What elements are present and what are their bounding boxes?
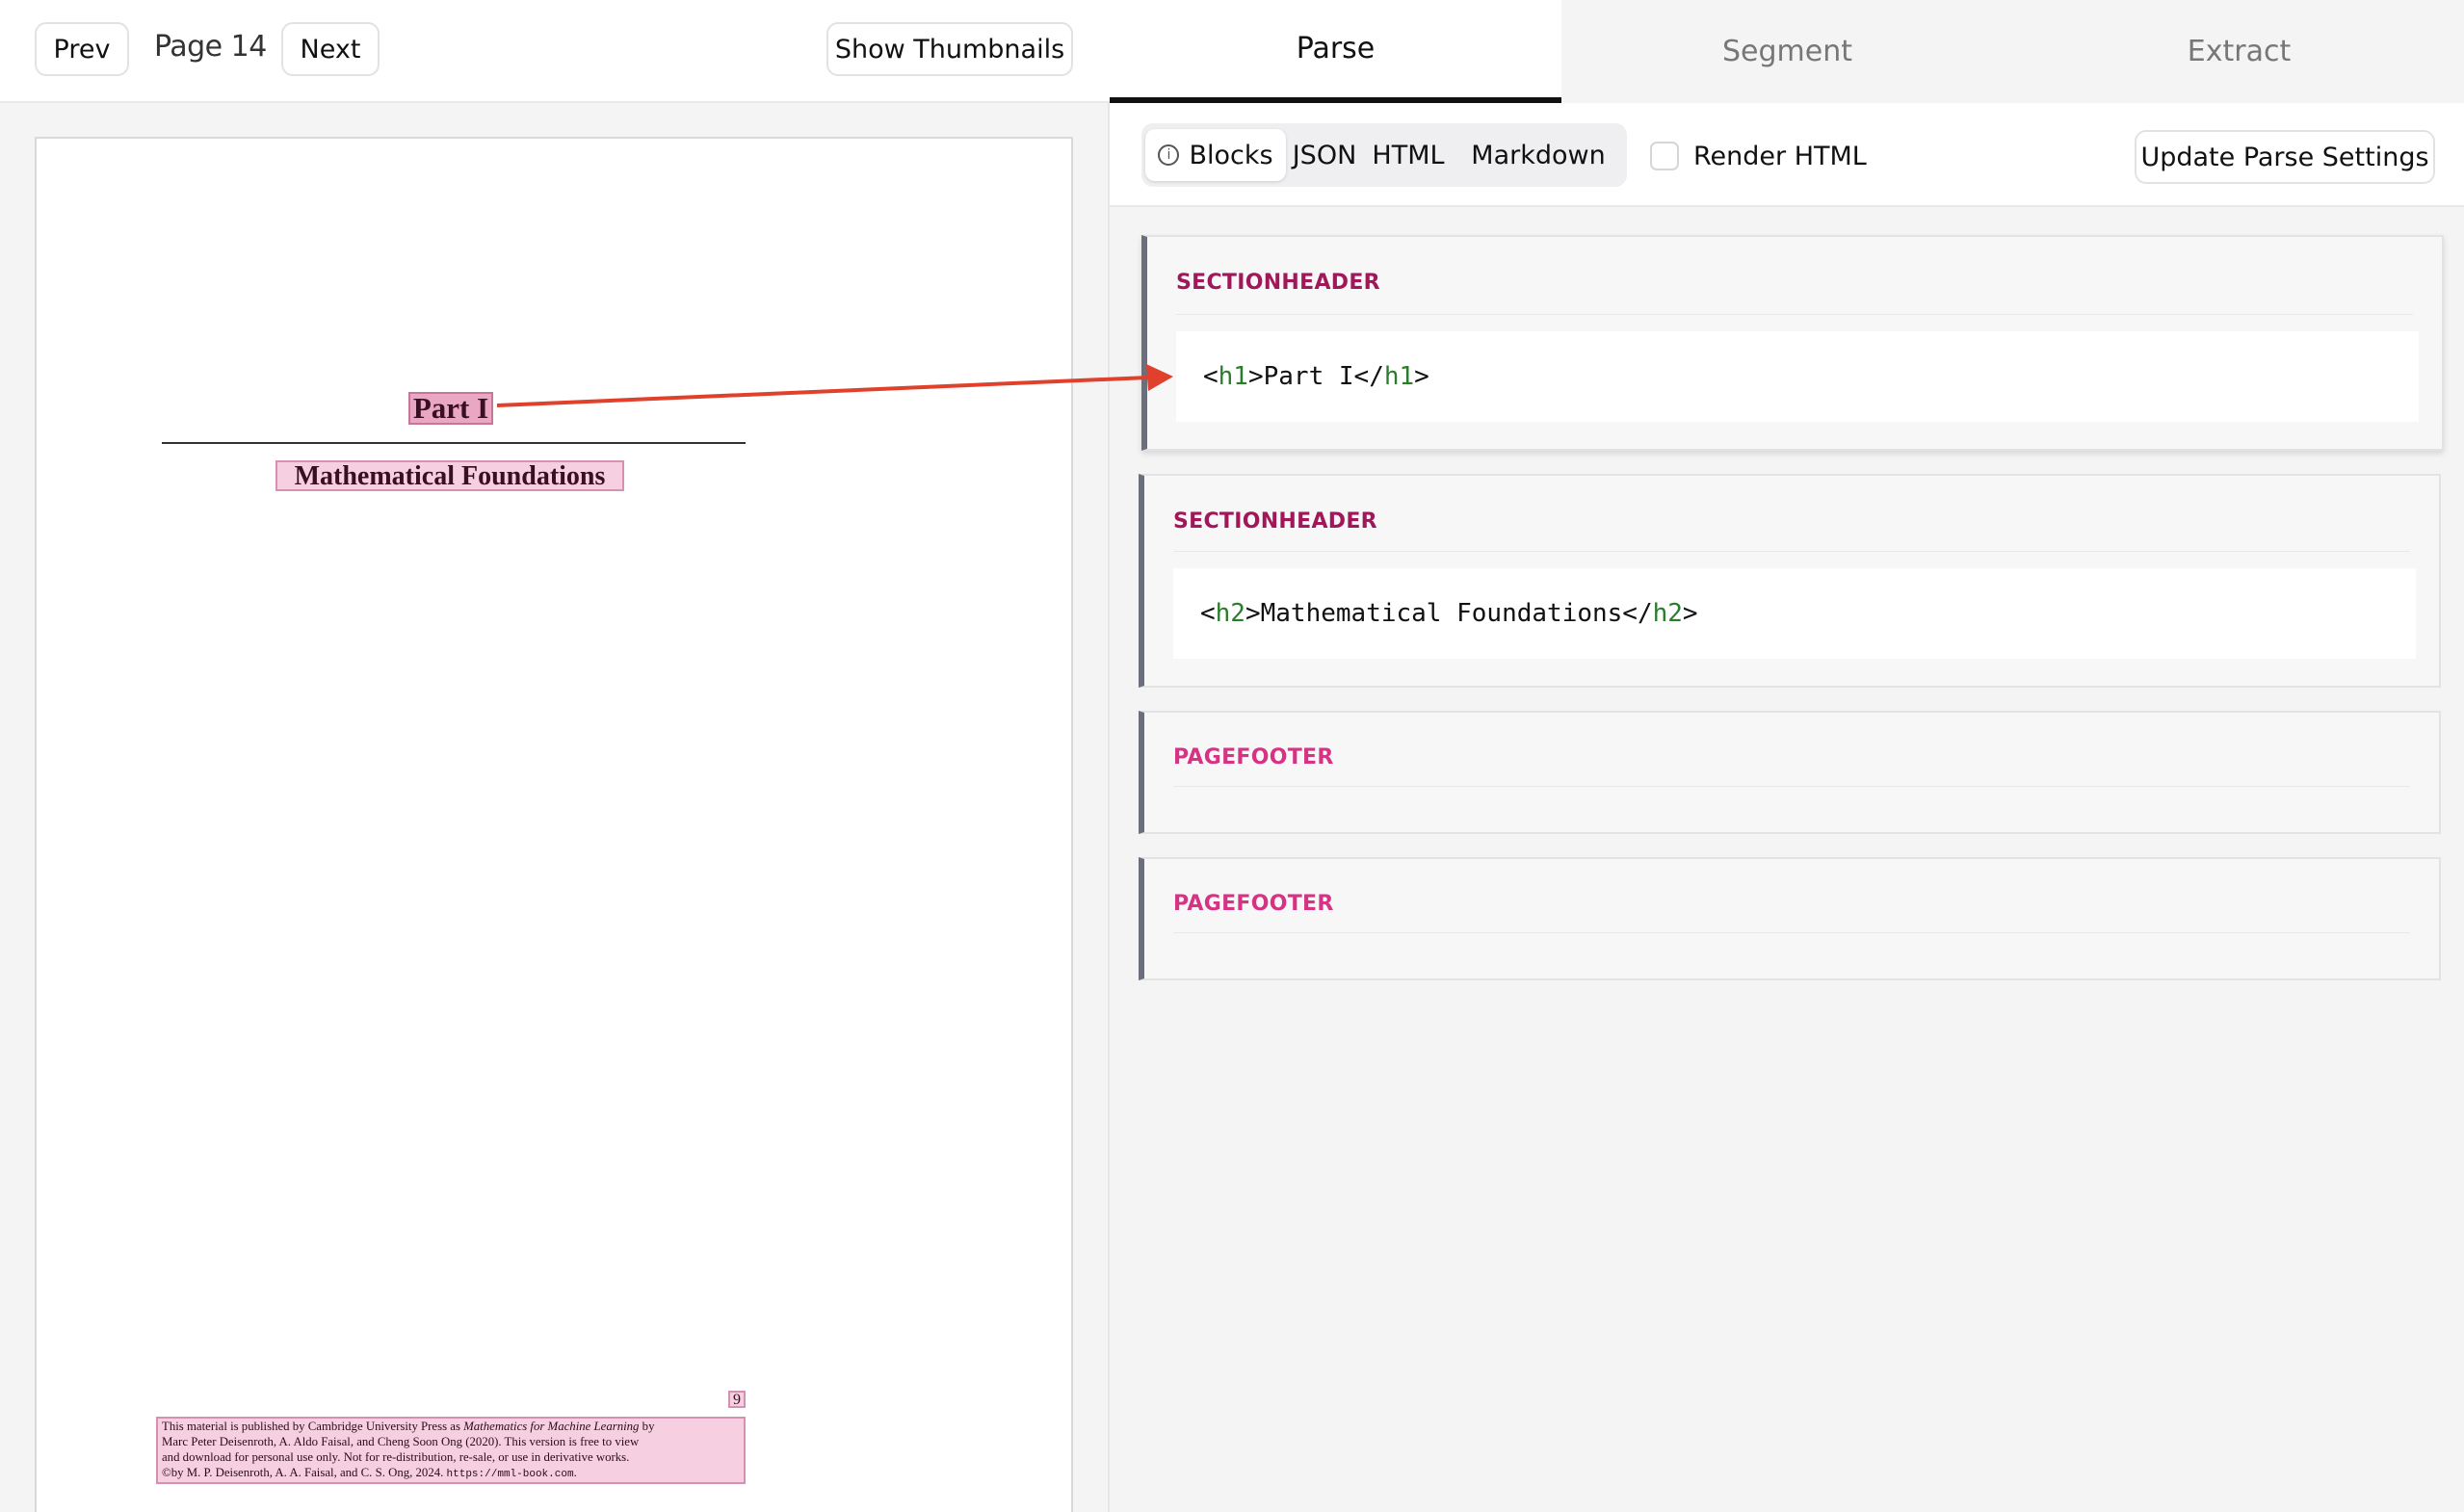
prev-page-button[interactable]: Prev <box>35 22 129 76</box>
document-viewer: Prev Page 14 Next Show Thumbnails Part I… <box>0 0 1110 1512</box>
subtitle-block[interactable]: Mathematical Foundations <box>275 460 624 491</box>
part-title-block[interactable]: Part I <box>408 392 493 425</box>
page-footer-block[interactable]: This material is published by Cambridge … <box>156 1417 746 1484</box>
tab-parse[interactable]: Parse <box>1110 0 1561 103</box>
render-html-label[interactable]: Render HTML <box>1693 142 1867 171</box>
tab-segment[interactable]: Segment <box>1561 0 2013 103</box>
view-blocks-button[interactable]: i Blocks <box>1145 129 1286 181</box>
parse-toolbar: i Blocks JSON HTML Markdown Render HTML U… <box>1110 103 2464 207</box>
block-divider <box>1173 786 2410 787</box>
parsed-block-pagefooter-2[interactable]: PAGEFOOTER <box>1139 857 2441 980</box>
next-page-button[interactable]: Next <box>281 22 380 76</box>
block-type-label: PAGEFOOTER <box>1173 892 1334 916</box>
parsed-block-sectionheader-2[interactable]: SECTIONHEADER < h2 >Mathematical Foundatio… <box>1139 474 2441 688</box>
page-number-block[interactable]: 9 <box>728 1391 746 1408</box>
block-divider <box>1176 314 2413 315</box>
footer-line-2: Marc Peter Deisenroth, A. Aldo Faisal, a… <box>162 1435 640 1448</box>
view-switcher: i Blocks JSON HTML Markdown <box>1141 123 1627 187</box>
footer-line-4: ©by M. P. Deisenroth, A. A. Faisal, and … <box>162 1466 577 1480</box>
pdf-page: Part I Mathematical Foundations 9 This m… <box>35 137 1073 1512</box>
title-rule <box>162 442 746 444</box>
viewer-toolbar: Prev Page 14 Next Show Thumbnails <box>0 0 1110 103</box>
tab-extract[interactable]: Extract <box>2013 0 2464 103</box>
block-content: < h2 >Mathematical Foundations</h2 > <box>1173 568 2416 659</box>
block-type-label: PAGEFOOTER <box>1173 745 1334 769</box>
footer-line-3: and download for personal use only. Not … <box>162 1450 630 1464</box>
block-content: < h1 >Part I</h1 > <box>1176 331 2419 422</box>
block-type-label: SECTIONHEADER <box>1173 509 1377 534</box>
view-json-button[interactable]: JSON <box>1288 129 1361 181</box>
page-indicator: Page 14 <box>154 30 267 64</box>
parse-panel: Parse Segment Extract i Blocks JSON HTML … <box>1110 0 2464 1512</box>
render-html-checkbox[interactable] <box>1650 142 1679 170</box>
update-parse-settings-button[interactable]: Update Parse Settings <box>2135 130 2435 184</box>
parsed-block-sectionheader-1[interactable]: SECTIONHEADER < h1 >Part I</h1 > <box>1141 235 2444 451</box>
info-icon: i <box>1158 144 1180 166</box>
block-divider <box>1173 551 2410 552</box>
footer-line-1: This material is published by Cambridge … <box>162 1420 655 1433</box>
parsed-block-pagefooter-1[interactable]: PAGEFOOTER <box>1139 711 2441 834</box>
view-markdown-button[interactable]: Markdown <box>1455 129 1621 181</box>
view-blocks-label: Blocks <box>1189 140 1273 170</box>
view-html-button[interactable]: HTML <box>1365 129 1452 181</box>
mode-tabs: Parse Segment Extract <box>1110 0 2464 103</box>
block-divider <box>1173 932 2410 933</box>
block-type-label: SECTIONHEADER <box>1176 271 1380 295</box>
show-thumbnails-button[interactable]: Show Thumbnails <box>826 22 1073 76</box>
